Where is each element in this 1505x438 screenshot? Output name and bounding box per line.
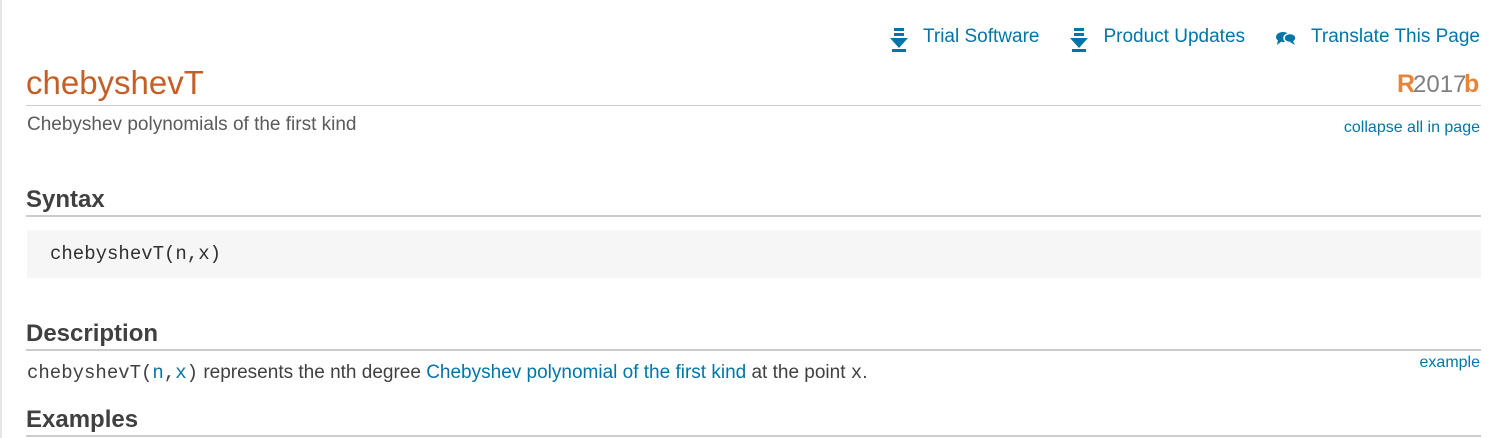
examples-heading: Examples <box>26 405 1481 437</box>
download-icon <box>1069 28 1089 52</box>
syntax-heading: Syntax <box>26 185 1481 217</box>
product-updates-label: Product Updates <box>1103 26 1246 47</box>
trial-software-label: Trial Software <box>922 26 1040 47</box>
purpose-line: Chebyshev polynomials of the first kind <box>27 114 357 135</box>
desc-text-1: represents the nth degree <box>198 362 427 383</box>
top-links-bar: Trial Software Product Updates Translate… <box>889 22 1480 52</box>
desc-text-3: . <box>862 362 868 383</box>
download-icon <box>889 28 909 52</box>
description-heading: Description <box>26 319 1481 351</box>
desc-text-2: at the point <box>746 362 851 383</box>
doc-page: Trial Software Product Updates Translate… <box>0 0 1505 438</box>
product-updates-link[interactable]: Product Updates <box>1069 22 1245 52</box>
release-badge: R 2017 b <box>1397 70 1479 96</box>
translate-page-link[interactable]: Translate This Page <box>1275 22 1480 52</box>
svg-text:2017: 2017 <box>1413 71 1466 96</box>
description-text: chebyshevT(n,x) represents the nth degre… <box>27 362 867 384</box>
collapse-all-link[interactable]: collapse all in page <box>1344 119 1480 137</box>
chebyshev-definition-link[interactable]: Chebyshev polynomial of the first kind <box>426 362 746 383</box>
speech-bubbles-icon <box>1275 28 1297 52</box>
arg-x-link[interactable]: x <box>175 362 186 384</box>
arg-n-link[interactable]: n <box>152 362 163 384</box>
syntax-code: chebyshevT(n,x) <box>50 243 222 265</box>
translate-page-label: Translate This Page <box>1311 26 1480 47</box>
trial-software-link[interactable]: Trial Software <box>889 22 1040 52</box>
desc-function-end: ) <box>186 362 199 384</box>
title-row: chebyshevT R 2017 b <box>26 64 1481 106</box>
desc-function-start: chebyshevT( <box>27 362 153 384</box>
example-link[interactable]: example <box>1420 354 1480 372</box>
page-title: chebyshevT <box>26 64 204 101</box>
desc-comma: , <box>163 362 176 384</box>
syntax-code-block: chebyshevT(n,x) <box>27 230 1481 278</box>
desc-point: x <box>850 362 863 384</box>
svg-text:b: b <box>1464 70 1479 96</box>
